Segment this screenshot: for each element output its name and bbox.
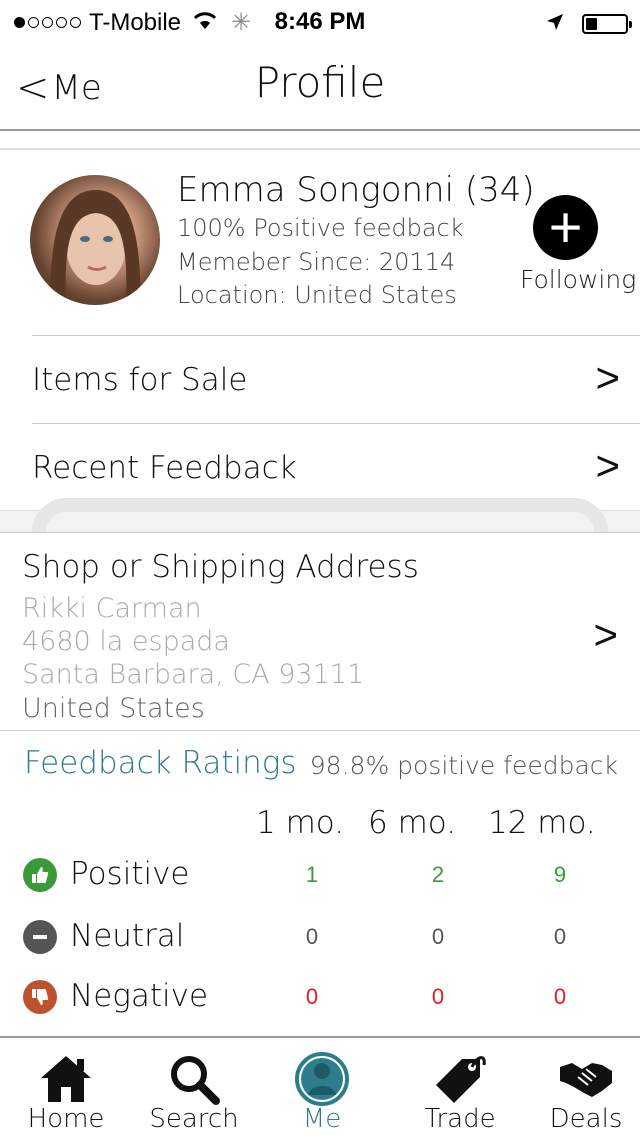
follow-label: Following [520, 265, 637, 294]
rating-label: Neutral [70, 918, 185, 954]
tag-icon [396, 1048, 524, 1110]
address-country: United States [22, 693, 205, 724]
chevron-right-icon: > [595, 442, 620, 489]
page-title: Profile [254, 58, 386, 107]
avatar-photo [50, 190, 141, 305]
thumbs-down-icon [23, 980, 57, 1014]
rating-row-neutral: Neutral 0 0 0 [0, 910, 640, 970]
rating-value: 9 [553, 862, 567, 887]
tab-me[interactable]: Me [258, 1038, 386, 1136]
tab-label: Search [149, 1104, 239, 1134]
home-icon [2, 1048, 130, 1110]
chevron-right-icon: > [595, 354, 620, 401]
status-bar: T-Mobile ✳ 8:46 PM [0, 0, 640, 40]
handshake-icon [522, 1048, 640, 1110]
column-header-1mo: 1 mo. [256, 805, 345, 841]
minus-icon [23, 920, 57, 954]
rating-value: 2 [431, 862, 445, 887]
status-time: 8:46 PM [274, 8, 366, 35]
rating-value: 0 [431, 924, 445, 949]
tab-label: Home [27, 1104, 105, 1134]
address-street: 4680 la espada [22, 626, 230, 657]
battery-icon [582, 14, 632, 34]
column-header-6mo: 6 mo. [368, 805, 457, 841]
address-city: Santa Barbara, CA 93111 [22, 659, 365, 690]
rating-value: 0 [553, 924, 567, 949]
rating-value: 0 [553, 984, 567, 1009]
rating-value: 0 [431, 984, 445, 1009]
feedback-ratings-title: Feedback Ratings [24, 745, 297, 781]
address-section[interactable]: Shop or Shipping Address Rikki Carman 46… [0, 532, 640, 730]
column-header-12mo: 12 mo. [488, 805, 596, 841]
profile-member-since: Memeber Since: 20114 [177, 248, 456, 276]
avatar[interactable] [30, 175, 160, 305]
profile-feedback: 100% Positive feedback [177, 214, 464, 242]
tab-trade[interactable]: Trade [396, 1038, 524, 1136]
profile-name: Emma Songonni (34) [177, 170, 535, 210]
tab-label: Me [302, 1104, 342, 1134]
recent-feedback-label: Recent Feedback [32, 450, 297, 486]
rating-row-negative: Negative 0 0 0 [0, 970, 640, 1030]
section-separator [0, 498, 640, 532]
plus-icon: + [548, 194, 583, 260]
rating-row-positive: Positive 1 2 9 [0, 848, 640, 908]
thumbs-up-icon [23, 858, 57, 892]
rating-label: Negative [70, 978, 209, 1014]
positive-feedback-summary: 98.8% positive feedback [309, 751, 618, 780]
items-for-sale-row[interactable]: Items for Sale > [32, 335, 640, 423]
chevron-right-icon: > [593, 611, 618, 658]
rating-label: Positive [70, 856, 190, 892]
address-heading: Shop or Shipping Address [22, 549, 419, 585]
location-arrow-icon [546, 10, 564, 38]
navigation-bar: < Me Profile [0, 40, 640, 131]
tab-search[interactable]: Search [130, 1038, 258, 1136]
profile-location: Location: United States [177, 281, 457, 309]
follow-button[interactable]: + [533, 195, 598, 260]
profile-header: Emma Songonni (34) 100% Positive feedbac… [0, 150, 640, 335]
rating-value: 1 [305, 862, 319, 887]
battery-level [586, 18, 598, 30]
address-name: Rikki Carman [22, 593, 202, 624]
rating-value: 0 [305, 984, 319, 1009]
rating-value: 0 [305, 924, 319, 949]
tab-deals[interactable]: Deals [522, 1038, 640, 1136]
tab-label: Trade [424, 1104, 496, 1134]
items-for-sale-label: Items for Sale [32, 362, 248, 398]
user-icon [258, 1048, 386, 1110]
tab-label: Deals [549, 1104, 623, 1134]
feedback-ratings-header: Feedback Ratings 98.8% positive feedback [0, 730, 640, 795]
tab-bar: Home Search Me Trade Deals [0, 1036, 640, 1136]
tab-home[interactable]: Home [2, 1038, 130, 1136]
search-icon [130, 1048, 258, 1110]
